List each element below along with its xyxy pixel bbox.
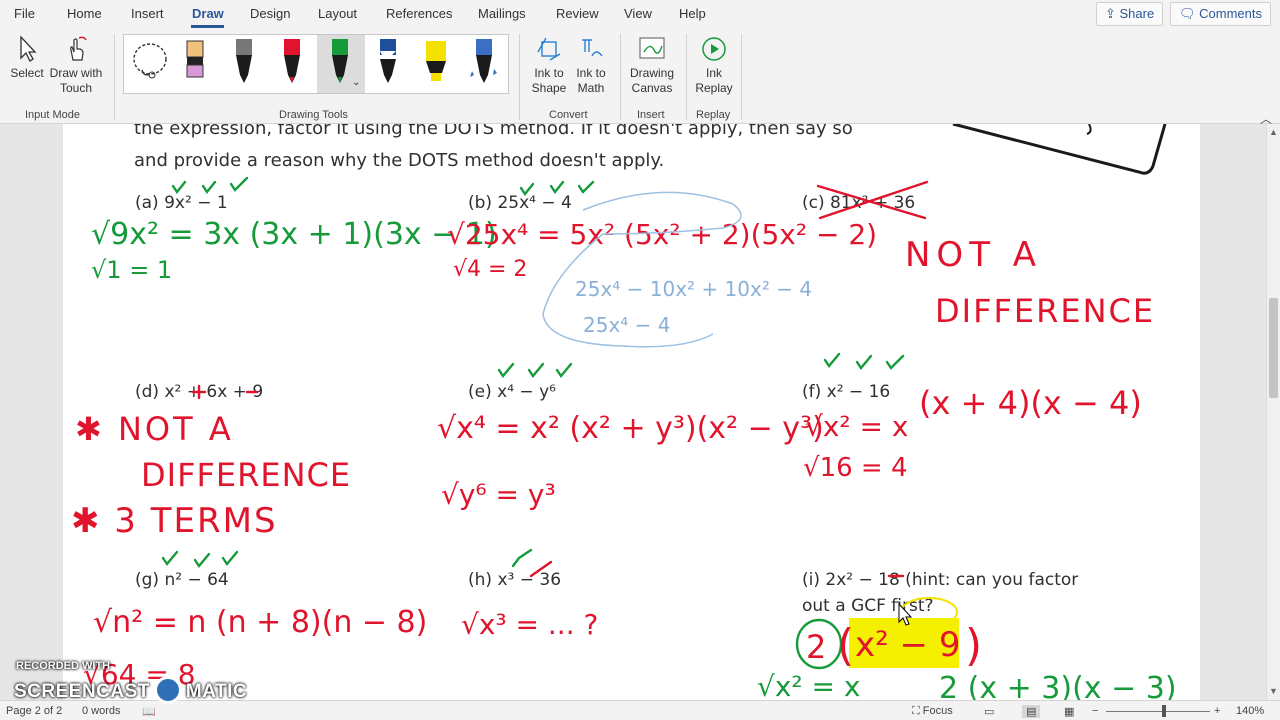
group-separator (686, 34, 687, 120)
ink-f-factor: (x + 4)(x − 4) (919, 384, 1142, 422)
cursor-arrow-icon (20, 35, 37, 62)
focus-button[interactable]: ⛶ Focus (912, 705, 953, 718)
ink-to-shape-button[interactable]: Ink to Shape (527, 34, 571, 96)
ink-to-math-icon (582, 39, 603, 57)
zoom-out-icon[interactable]: − (1092, 705, 1098, 717)
group-separator (620, 34, 621, 120)
print-layout-icon[interactable]: ▤ (1022, 705, 1041, 718)
word-window: File Home Insert Draw Design Layout Refe… (0, 0, 1280, 720)
pen-blue-icon[interactable] (368, 37, 408, 93)
read-mode-icon[interactable]: ▭ (984, 705, 994, 718)
group-separator (519, 34, 520, 120)
document-page[interactable]: the expression, factor it using the DOTS… (63, 124, 1200, 700)
ink-i-inner: x² − 9 (855, 625, 961, 665)
zoom-slider-thumb[interactable] (1162, 705, 1166, 717)
scrollbar-thumb[interactable] (1269, 298, 1278, 398)
ink-e-line1: √x⁴ = x² (x² + y³)(x² − y³) (437, 411, 824, 446)
word-count[interactable]: 0 words (82, 705, 121, 717)
menu-file[interactable]: File (14, 6, 35, 21)
draw-with-touch-button[interactable]: Draw with Touch (48, 34, 104, 96)
page-count[interactable]: Page 2 of 2 (6, 705, 62, 717)
drawing-tools-group-label: Drawing Tools (279, 109, 348, 121)
svg-text:25x⁴ − 10x² + 10x² − 4: 25x⁴ − 10x² + 10x² − 4 (575, 277, 812, 301)
menu-help[interactable]: Help (679, 6, 706, 21)
ink-to-shape-icon (537, 37, 561, 61)
ribbon-draw: Select Draw with Touch Input Mode ⌄ Draw… (0, 28, 1280, 126)
replay-group-label: Replay (696, 109, 731, 121)
focus-icon: ⛶ (912, 705, 923, 717)
eraser-icon[interactable] (176, 37, 216, 93)
pen-gallery: ⌄ (123, 34, 509, 94)
ink-b-line2: √4 = 2 (453, 257, 527, 282)
zoom-slider[interactable] (1106, 711, 1210, 712)
vertical-scrollbar[interactable]: ▲ ▼ (1266, 124, 1280, 700)
convert-group-label: Convert (549, 109, 588, 121)
drawing-canvas-icon (639, 37, 665, 59)
menu-home[interactable]: Home (67, 6, 102, 21)
ink-d-note2: DIFFERENCE (141, 456, 351, 494)
web-layout-icon[interactable]: ▦ (1064, 705, 1074, 718)
ink-i-factor: 2 (x + 3)(x − 3) (939, 671, 1177, 700)
ink-a-line2: √1 = 1 (91, 256, 172, 284)
pen-galaxy-icon[interactable] (464, 37, 504, 93)
ink-replay-button[interactable]: Ink Replay (692, 34, 736, 96)
ink-f-line2: √16 = 4 (803, 453, 908, 483)
ink-b-scratch: 25x⁴ − 10x² + 10x² − 4 25x⁴ − 4 (542, 191, 812, 348)
ink-b-line1: √25x⁴ = 5x² (5x² + 2)(5x² − 2) (447, 218, 877, 251)
comments-button[interactable]: 🗨 Comments (1170, 2, 1271, 26)
ink-to-math-button[interactable]: Ink to Math (571, 34, 611, 96)
share-button[interactable]: ⇪ Share (1096, 2, 1164, 26)
document-area[interactable]: the expression, factor it using the DOTS… (0, 124, 1266, 700)
ink-h-line1: √x³ = ... ? (461, 608, 598, 641)
highlighter-yellow-icon[interactable] (416, 37, 456, 93)
menu-references[interactable]: References (386, 6, 452, 21)
ink-c-note1: NOT A (905, 235, 1042, 275)
ink-i-open-paren: ( (837, 620, 854, 671)
pen-black-icon[interactable] (224, 37, 264, 93)
zoom-level[interactable]: 140% (1236, 705, 1264, 717)
menu-draw[interactable]: Draw (192, 6, 224, 21)
group-separator (114, 34, 115, 120)
ink-a-line1: √9x² = 3x (3x + 1)(3x − 1) (91, 217, 497, 252)
ink-layer[interactable]: √9x² = 3x (3x + 1)(3x − 1) √1 = 1 √25x⁴ … (63, 124, 1200, 700)
scroll-up-icon[interactable]: ▲ (1269, 127, 1278, 137)
chevron-down-icon[interactable]: ⌄ (352, 77, 360, 88)
ink-d-note1: ✱ NOT A (75, 410, 234, 448)
ink-e-line2: √y⁶ = y³ (441, 478, 556, 511)
drawing-canvas-button[interactable]: Drawing Canvas (626, 34, 678, 96)
ink-i-close-paren: ) (965, 620, 982, 671)
menu-design[interactable]: Design (250, 6, 290, 21)
ink-i-gcf: 2 (806, 628, 826, 666)
pen-red-icon[interactable] (272, 37, 312, 93)
menu-bar: File Home Insert Draw Design Layout Refe… (0, 0, 1280, 28)
share-icon: ⇪ (1105, 6, 1120, 21)
proofing-icon[interactable]: 📖 (142, 705, 156, 718)
touch-hand-icon (70, 36, 87, 61)
select-button[interactable]: Select (8, 34, 46, 81)
ink-c-note2: DIFFERENCE (935, 292, 1155, 330)
menu-review[interactable]: Review (556, 6, 599, 21)
comment-icon: 🗨 (1179, 6, 1200, 21)
menu-layout[interactable]: Layout (318, 6, 357, 21)
replay-icon (702, 37, 726, 61)
scroll-down-icon[interactable]: ▼ (1269, 686, 1278, 696)
screencast-logo-icon (153, 676, 182, 704)
lasso-select-icon[interactable] (128, 37, 174, 93)
input-mode-group-label: Input Mode (25, 109, 81, 121)
ink-f-line1: √x² = x (805, 410, 908, 443)
group-separator (741, 34, 742, 120)
ink-g-line1: √n² = n (n + 8)(n − 8) (93, 605, 427, 640)
menu-insert[interactable]: Insert (131, 6, 164, 21)
ink-d-note3: ✱ 3 TERMS (71, 501, 278, 541)
ink-i-line2: √x² = x (757, 670, 860, 700)
svg-text:25x⁴ − 4: 25x⁴ − 4 (583, 313, 671, 337)
menu-mailings[interactable]: Mailings (478, 6, 526, 21)
menu-view[interactable]: View (624, 6, 652, 21)
zoom-in-icon[interactable]: + (1214, 705, 1220, 717)
insert-group-label: Insert (637, 109, 665, 121)
